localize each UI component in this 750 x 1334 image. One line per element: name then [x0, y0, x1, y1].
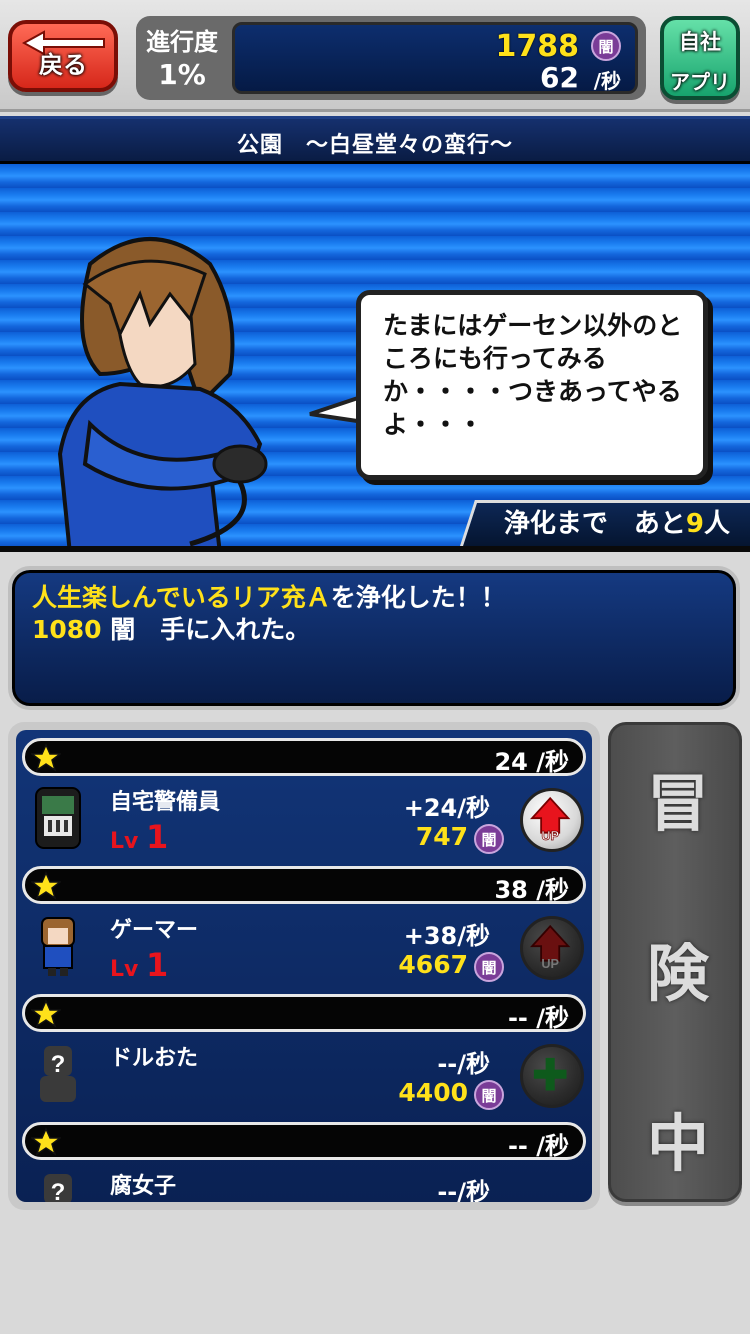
message-line-2: 1080 闇 手に入れた。: [32, 614, 716, 646]
unit-list[interactable]: 24 /秒 自宅警備員 Lv 1 +24/秒 747 闇 UP 38 /秒 ゲー…: [16, 730, 592, 1202]
company-apps-label-2: アプリ: [670, 70, 730, 94]
stage-title-bar: 公園 ～白昼堂々の蛮行～: [0, 116, 750, 164]
gamer-avatar-icon: [41, 917, 75, 976]
unit-name: ドルおた: [110, 1046, 199, 1071]
stage-title: 公園 ～白昼堂々の蛮行～: [236, 133, 513, 158]
unit-rate: 24 /秒: [494, 748, 569, 776]
unknown-unit-icon: ?: [40, 1046, 76, 1102]
progress-value: 1%: [158, 58, 206, 91]
purify-count: 9: [685, 509, 704, 539]
star-icon: [31, 743, 61, 772]
unlock-button[interactable]: [520, 1044, 584, 1108]
unit-name: 自宅警備員: [110, 790, 221, 815]
unit-cost: 747: [415, 822, 468, 851]
unit-rate: -- /秒: [507, 1004, 569, 1032]
currency-rate-unit: /秒: [593, 69, 621, 93]
yami-currency-icon: 闇: [474, 1080, 504, 1110]
adventure-char-2: 険: [646, 937, 709, 1010]
unit-level-value: 1: [146, 946, 169, 984]
company-apps-button[interactable]: 自社 アプリ: [660, 16, 740, 100]
currency-total: 1788: [495, 29, 580, 64]
currency-rate: 62: [540, 61, 579, 94]
unit-row: 24 /秒 自宅警備員 Lv 1 +24/秒 747 闇 UP: [16, 730, 592, 858]
unit-cost: 4400: [398, 1078, 468, 1107]
unit-level: Lv 1: [110, 946, 168, 984]
yami-currency-icon: 闇: [591, 31, 621, 61]
up-arrow-icon: UP: [530, 796, 571, 843]
message-line-2-rest: 闇 手に入れた。: [101, 615, 311, 644]
unknown-unit-icon: ?: [44, 1174, 72, 1202]
gamer-character-illustration: [57, 237, 268, 546]
unit-row: 38 /秒 ゲーマー Lv 1 +38/秒 4667 闇 UP: [16, 858, 592, 986]
back-button[interactable]: 戻る: [8, 20, 118, 92]
unit-level-prefix: Lv: [110, 957, 139, 982]
unit-cost: 4667: [398, 950, 468, 979]
unit-name: 腐女子: [110, 1174, 177, 1199]
speech-bubble: たまにはゲーセン以外のところにも行ってみるか・・・・つきあってやるよ・・・: [356, 290, 708, 480]
status-box: 進行度 1% 1788 闇 62 /秒: [136, 16, 646, 100]
yami-currency-icon: 闇: [474, 824, 504, 854]
message-target-name: 人生楽しんでいるリア充Ａ: [32, 583, 331, 612]
level-up-button[interactable]: UP: [520, 916, 584, 980]
unit-rate: -- /秒: [507, 1132, 569, 1160]
unit-rate-bar: -- /秒: [22, 994, 586, 1032]
message-line-1-rest: を浄化した！！: [330, 583, 506, 612]
message-box: 人生楽しんでいるリア充Ａを浄化した！！ 1080 闇 手に入れた。: [8, 566, 740, 710]
plus-icon: [533, 1057, 567, 1091]
unit-row: -- /秒 ? 腐女子 --/秒: [16, 1114, 592, 1202]
unit-list-panel: 24 /秒 自宅警備員 Lv 1 +24/秒 747 闇 UP 38 /秒 ゲー…: [8, 722, 600, 1210]
home-guard-avatar-icon: [35, 787, 81, 849]
unit-level-value: 1: [146, 818, 169, 856]
purify-suffix: 人: [703, 509, 730, 539]
yami-currency-icon: 闇: [474, 952, 504, 982]
message-line-1: 人生楽しんでいるリア充Ａを浄化した！！: [32, 582, 716, 614]
unit-rate-gain: +24/秒: [403, 794, 490, 822]
unit-row: -- /秒 ? ドルおた --/秒 4400 闇: [16, 986, 592, 1114]
message-amount: 1080: [32, 615, 102, 644]
unit-rate-bar: 24 /秒: [22, 738, 586, 776]
battle-scene: たまにはゲーセン以外のところにも行ってみるか・・・・つきあってやるよ・・・ 浄化…: [0, 164, 750, 552]
star-icon: [31, 999, 61, 1028]
star-icon: [31, 871, 61, 900]
currency-panel: 1788 闇 62 /秒: [232, 22, 638, 94]
unit-rate-gain: --/秒: [437, 1178, 490, 1202]
top-bar: 戻る 進行度 1% 1788 闇 62 /秒 自社 アプリ: [0, 0, 750, 112]
adventure-status-button[interactable]: 冒 険 中: [608, 722, 742, 1202]
company-apps-label-1: 自社: [679, 30, 721, 54]
level-up-button[interactable]: UP: [520, 788, 584, 852]
unit-rate-gain: +38/秒: [403, 922, 490, 950]
unit-level: Lv 1: [110, 818, 168, 856]
progress-label: 進行度: [146, 28, 218, 56]
up-button-label: UP: [541, 957, 559, 971]
unit-rate: 38 /秒: [494, 876, 569, 904]
up-arrow-icon: UP: [530, 924, 571, 971]
svg-text:?: ?: [51, 1179, 66, 1202]
adventure-char-1: 冒: [646, 767, 709, 840]
unit-rate-bar: 38 /秒: [22, 866, 586, 904]
star-icon: [31, 1127, 61, 1156]
unit-rate-bar: -- /秒: [22, 1122, 586, 1160]
adventure-char-3: 中: [646, 1107, 709, 1180]
up-button-label: UP: [541, 829, 559, 843]
unit-level-prefix: Lv: [110, 829, 139, 854]
unit-rate-gain: --/秒: [437, 1050, 490, 1078]
back-button-label: 戻る: [39, 51, 87, 79]
purify-counter: 浄化まで あと9人: [504, 503, 730, 540]
unit-name: ゲーマー: [110, 918, 199, 943]
svg-text:?: ?: [51, 1051, 66, 1078]
purify-prefix: 浄化まで あと: [503, 509, 686, 539]
